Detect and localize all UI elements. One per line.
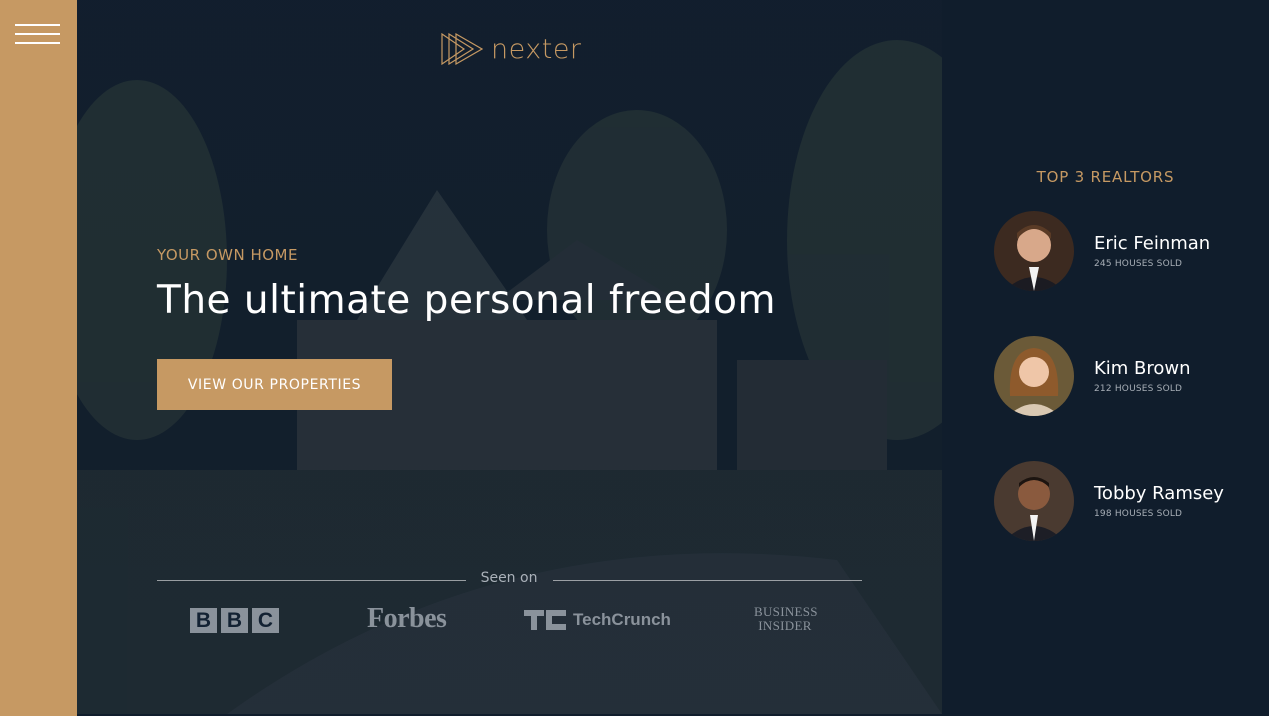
realtor-name: Eric Feinman [1094, 233, 1211, 254]
seen-on-label: Seen on [480, 570, 538, 586]
menu-line [15, 42, 60, 44]
divider-line [553, 580, 862, 581]
realtor-card[interactable]: Tobby Ramsey 198 HOUSES SOLD [994, 461, 1264, 541]
business-insider-logo: BUSINESS INSIDER [754, 604, 818, 633]
forbes-logo: Forbes [367, 603, 447, 634]
realtor-card[interactable]: Kim Brown 212 HOUSES SOLD [994, 336, 1264, 416]
techcrunch-logo: TechCrunch [524, 610, 671, 630]
avatar [994, 211, 1074, 291]
realtors-title: TOP 3 REALTORS [1036, 168, 1175, 186]
realtor-name: Tobby Ramsey [1094, 483, 1224, 504]
avatar [994, 336, 1074, 416]
realtor-sold-count: 212 HOUSES SOLD [1094, 384, 1183, 394]
play-triangles-logo-icon [441, 33, 483, 65]
techcrunch-text: TechCrunch [573, 610, 671, 629]
menu-line [15, 24, 60, 26]
realtors-panel: TOP 3 REALTORS Eric Feinman 245 HOUSES S… [942, 0, 1269, 716]
hero-section: nexter YOUR OWN HOME The ultimate person… [77, 0, 942, 714]
techcrunch-tc-icon [524, 610, 566, 630]
realtor-sold-count: 198 HOUSES SOLD [1094, 509, 1183, 519]
hamburger-menu-icon[interactable] [15, 24, 60, 46]
bi-line-1: BUSINESS [754, 604, 818, 619]
realtor-sold-count: 245 HOUSES SOLD [1094, 259, 1183, 269]
hero-headline: The ultimate personal freedom [157, 278, 776, 323]
logo-text: nexter [491, 33, 582, 65]
logo[interactable]: nexter [441, 32, 582, 66]
bbc-letter: C [252, 608, 279, 633]
realtor-name: Kim Brown [1094, 358, 1191, 379]
view-properties-button[interactable]: VIEW OUR PROPERTIES [157, 359, 392, 410]
bbc-letter: B [190, 608, 217, 633]
avatar [994, 461, 1074, 541]
realtor-card[interactable]: Eric Feinman 245 HOUSES SOLD [994, 211, 1264, 291]
bi-line-2: INSIDER [758, 618, 812, 633]
hero-eyebrow: YOUR OWN HOME [157, 246, 298, 264]
sidebar [0, 0, 77, 716]
bbc-logo: B B C [190, 608, 279, 633]
menu-line [15, 33, 60, 35]
bbc-letter: B [221, 608, 248, 633]
divider-line [157, 580, 466, 581]
